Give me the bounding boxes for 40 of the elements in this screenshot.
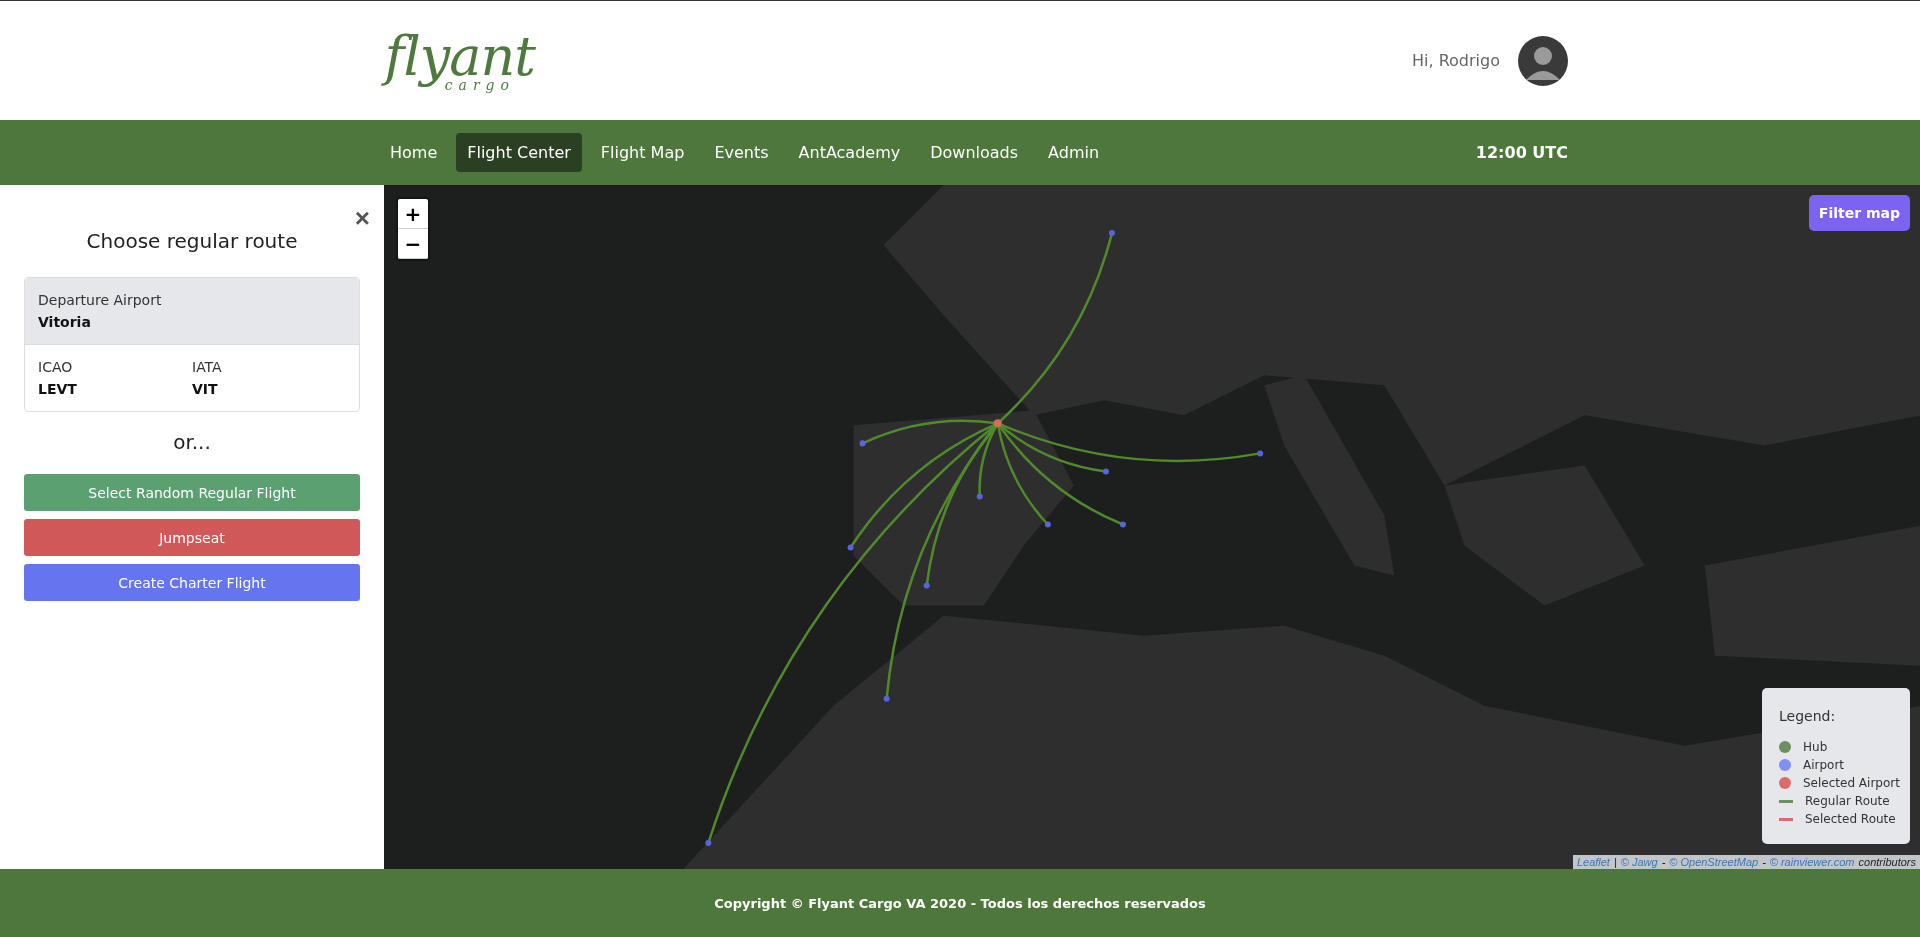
action-button[interactable]: Select Random Regular Flight (24, 474, 360, 511)
close-button[interactable]: × (354, 205, 370, 231)
attribution-text: | (1613, 856, 1617, 868)
nav-tab[interactable]: AntAcademy (787, 133, 912, 172)
avatar-icon[interactable] (1518, 35, 1568, 86)
attribution-link[interactable]: © Jawg (1620, 856, 1658, 868)
airport-name: Vitoria (38, 314, 92, 330)
zoom-button[interactable]: − (398, 229, 428, 259)
legend-label: Selected Airport (1803, 776, 1900, 790)
attribution-link[interactable]: Leaflet (1576, 856, 1610, 868)
attribution-text: - (1661, 856, 1666, 868)
legend-label: Hub (1803, 740, 1828, 754)
copyright-text: Copyright © Flyant Cargo VA 2020 - Todos los derechos reservados (714, 895, 1206, 911)
airport-code: LEVT (38, 381, 78, 397)
nav-tab[interactable]: Flight Center (456, 133, 582, 172)
nav-tab[interactable]: Flight Map (589, 133, 696, 172)
nav-tab[interactable]: Home (379, 133, 449, 172)
attribution-link[interactable]: © rainviewer.com (1769, 856, 1855, 868)
user-greeting: Hi, Rodrigo (1412, 51, 1500, 70)
nav-tab[interactable]: Admin (1037, 133, 1111, 172)
nav-tab[interactable]: Events (703, 133, 780, 172)
legend-title: Legend: (1779, 708, 1837, 724)
legend-label: Selected Route (1805, 812, 1896, 826)
panel-title: Choose regular route (85, 229, 299, 253)
field-label: ICAO (38, 359, 74, 375)
airport-code: VIT (192, 381, 219, 397)
legend-label: Airport (1803, 758, 1845, 772)
attribution-link[interactable]: © OpenStreetMap (1669, 856, 1759, 868)
action-button[interactable]: Create Charter Flight (24, 564, 360, 601)
nav-tab[interactable]: Downloads (919, 133, 1030, 172)
filter-button[interactable]: Filter map (1808, 195, 1910, 231)
attribution-text: - (1762, 856, 1766, 868)
action-button[interactable]: Jumpseat (24, 519, 360, 556)
attribution-text: contributors (1858, 856, 1916, 868)
utc-time: 12:00 UTC (1475, 143, 1568, 162)
or-text: or... (172, 430, 212, 454)
field-label: IATA (192, 359, 223, 375)
zoom-button[interactable]: + (398, 199, 428, 229)
legend-label: Regular Route (1805, 794, 1890, 808)
field-label: Departure Airport (38, 292, 163, 308)
